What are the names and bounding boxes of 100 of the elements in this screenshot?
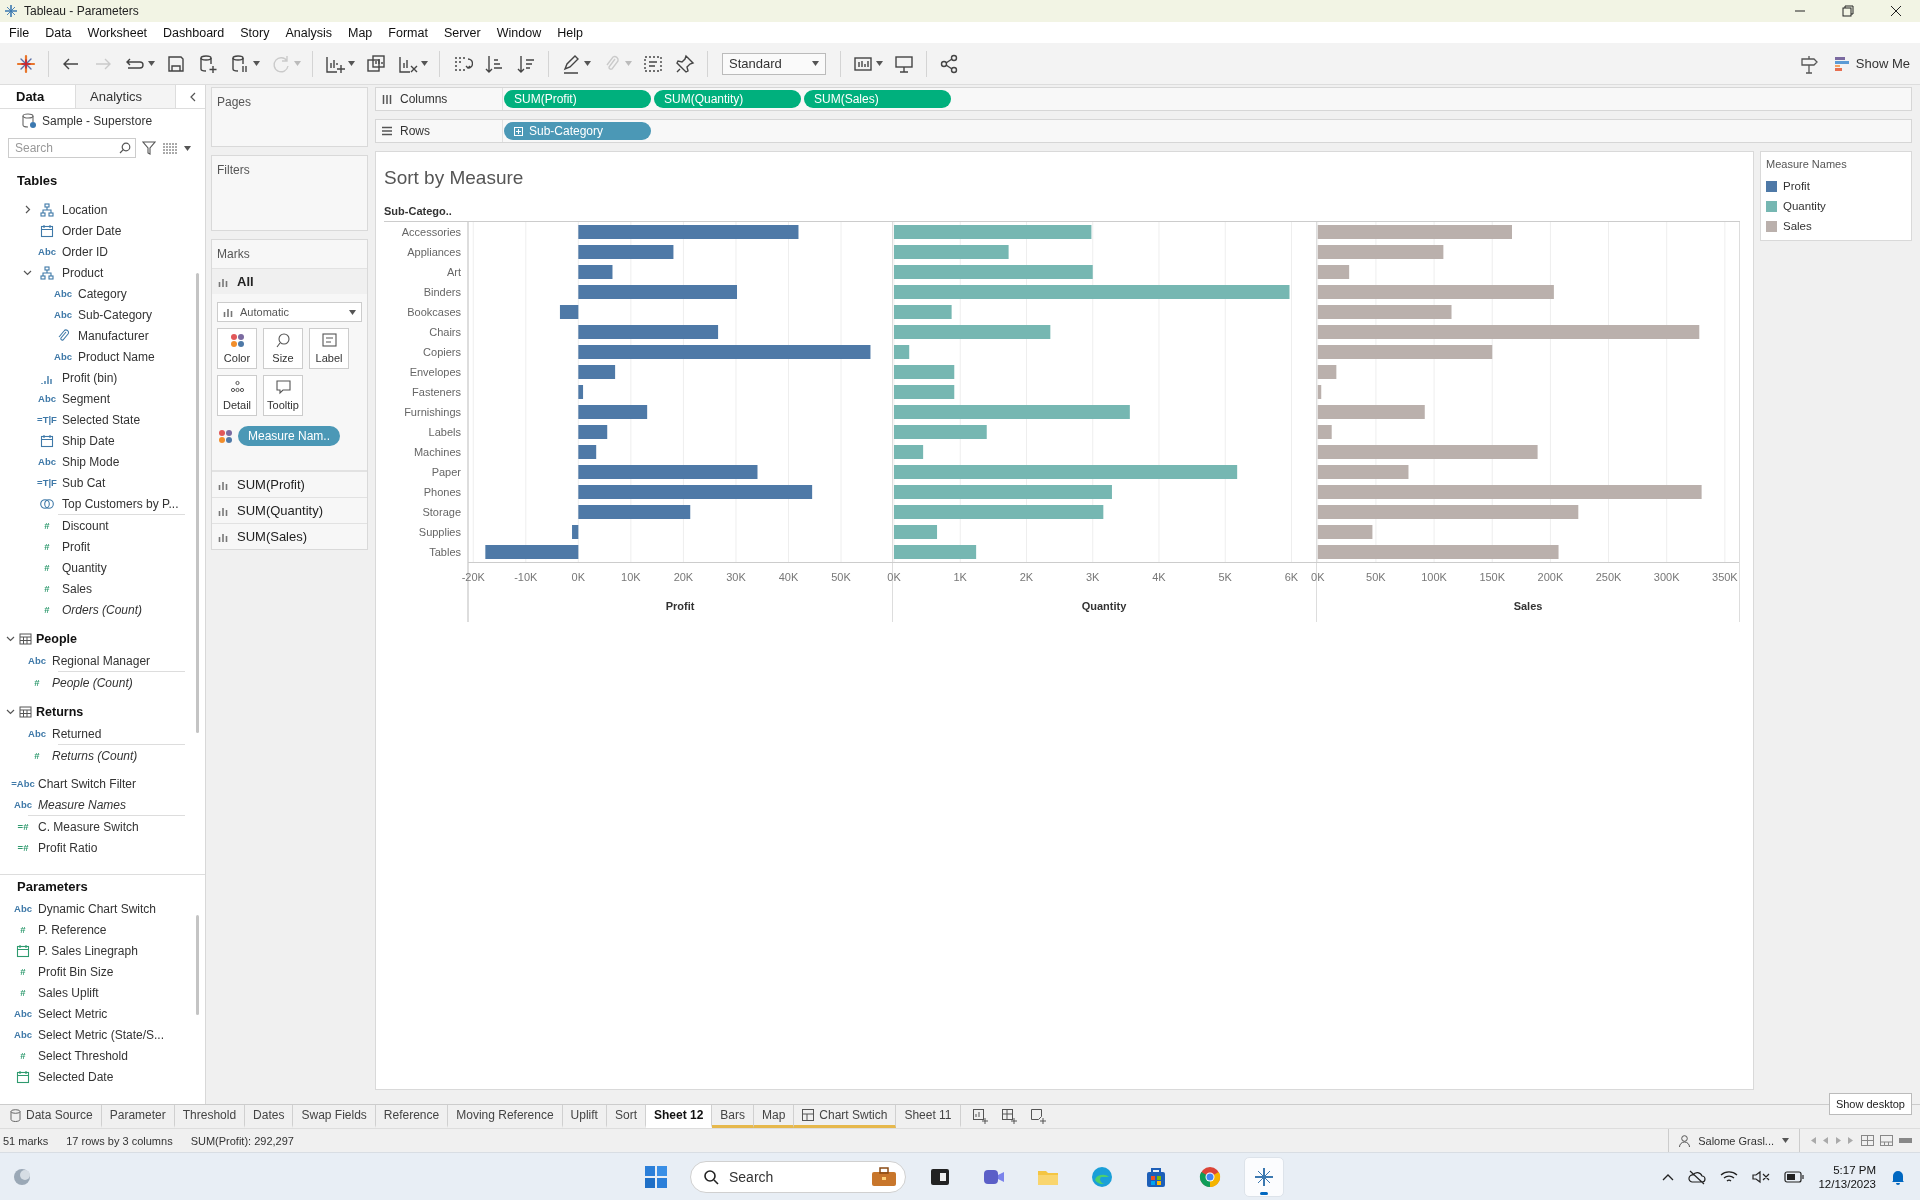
field-name[interactable]: P. Reference xyxy=(36,922,107,937)
start-icon[interactable] xyxy=(644,1164,668,1189)
clock-date[interactable]: 12/13/2023 xyxy=(1818,1177,1876,1190)
field-name[interactable]: C. Measure Switch xyxy=(36,819,139,834)
menu-item[interactable]: Server xyxy=(435,25,489,40)
field-name[interactable]: Measure Names xyxy=(36,797,127,812)
bell-icon[interactable] xyxy=(1890,1168,1906,1185)
field-name[interactable]: Category xyxy=(76,286,127,301)
field-name[interactable]: Product Name xyxy=(76,349,155,364)
menu-item[interactable]: Format xyxy=(380,25,436,40)
size-button[interactable]: Size xyxy=(263,328,303,369)
field-name[interactable]: P. Sales Linegraph xyxy=(36,943,138,958)
chevron-icon[interactable] xyxy=(6,707,15,716)
caret-icon[interactable] xyxy=(349,309,356,315)
datasource-name[interactable]: Sample - Superstore xyxy=(42,114,153,128)
menu-item[interactable]: File xyxy=(1,25,38,40)
field-name[interactable]: Product xyxy=(60,265,104,280)
chevron-icon[interactable] xyxy=(6,634,15,643)
filmstrip-icon[interactable] xyxy=(1880,1135,1893,1146)
field-name[interactable]: Profit xyxy=(60,539,90,554)
filter-icon[interactable] xyxy=(142,141,156,155)
search-field[interactable]: Search xyxy=(690,1160,906,1193)
field-name[interactable]: Select Metric (State/S... xyxy=(36,1027,165,1042)
field-name[interactable]: Order ID xyxy=(60,244,108,259)
duplicate-icon[interactable] xyxy=(365,52,387,75)
field-name[interactable]: Manufacturer xyxy=(76,328,149,343)
field-name[interactable]: Discount xyxy=(60,518,109,533)
new-worksheet-icon[interactable] xyxy=(972,1109,988,1124)
shelf[interactable]: Rows Sub-Category xyxy=(375,119,1912,143)
search-field[interactable]: Search xyxy=(8,138,136,158)
collapse-icon[interactable] xyxy=(189,91,197,102)
search-input[interactable]: Search xyxy=(13,140,108,156)
browser-icon[interactable] xyxy=(1198,1164,1222,1189)
chevron-up-icon[interactable] xyxy=(1662,1172,1675,1181)
color-button[interactable]: Color xyxy=(217,328,257,369)
menu-item[interactable]: Help xyxy=(549,25,591,40)
grid-view-icon[interactable] xyxy=(1861,1135,1874,1146)
field-name[interactable]: Profit Ratio xyxy=(36,840,98,855)
field-name[interactable]: Sales xyxy=(60,581,93,596)
marks-tab[interactable]: SUM(Sales) xyxy=(212,523,367,549)
field-name[interactable]: Quantity xyxy=(60,560,107,575)
field-name[interactable]: Location xyxy=(60,202,108,217)
field-name[interactable]: Selected State xyxy=(60,412,141,427)
field-name[interactable]: Order Date xyxy=(60,223,122,238)
show-me-button[interactable]: Show Me xyxy=(1833,55,1910,72)
menu-item[interactable]: Analysis xyxy=(277,25,340,40)
caret-icon[interactable] xyxy=(253,61,260,66)
field-name[interactable]: Ship Mode xyxy=(60,454,120,469)
battery-icon[interactable] xyxy=(1784,1170,1805,1183)
sheet-tab[interactable]: Sheet 12 xyxy=(645,1105,713,1128)
share-icon[interactable] xyxy=(938,52,960,75)
menu-item[interactable]: Dashboard xyxy=(155,25,233,40)
speaker-muted-icon[interactable] xyxy=(1752,1169,1771,1184)
menu-item[interactable]: Worksheet xyxy=(79,25,156,40)
pin-icon[interactable] xyxy=(674,52,696,75)
field-name[interactable]: Ship Date xyxy=(60,433,115,448)
close-icon[interactable] xyxy=(1890,5,1902,17)
cloud-off-icon[interactable] xyxy=(1688,1168,1707,1185)
caret-icon[interactable] xyxy=(421,61,428,66)
menu-item[interactable]: Data xyxy=(37,25,80,40)
marks-tab[interactable]: All xyxy=(212,268,367,294)
scrollbar[interactable] xyxy=(196,273,199,733)
pane-tab[interactable]: Analytics xyxy=(76,85,176,108)
detail-button[interactable]: Detail xyxy=(217,375,257,416)
marks-tab[interactable]: SUM(Profit) xyxy=(212,471,367,497)
menu-item[interactable]: Story xyxy=(232,25,278,40)
menu-item[interactable]: Map xyxy=(339,25,381,40)
field-name[interactable]: Sales Uplift xyxy=(36,985,99,1000)
caret-icon[interactable] xyxy=(1782,1138,1789,1143)
caret-icon[interactable] xyxy=(876,61,883,66)
field-name[interactable]: People (Count) xyxy=(50,675,133,690)
tooltip-button[interactable]: Tooltip xyxy=(263,375,303,416)
caret-icon[interactable] xyxy=(812,61,819,66)
restore-icon[interactable] xyxy=(1842,5,1854,17)
database-plus-icon[interactable] xyxy=(197,52,219,75)
field-name[interactable]: Sub-Category xyxy=(76,307,153,322)
caret-icon[interactable] xyxy=(184,145,191,151)
scrollbar[interactable] xyxy=(196,915,199,1015)
field-name[interactable]: Chart Switch Filter xyxy=(36,776,137,791)
menu-item[interactable]: Window xyxy=(488,25,550,40)
field-name[interactable]: Selected Date xyxy=(36,1069,114,1084)
caret-icon[interactable] xyxy=(348,61,355,66)
new-dashboard-icon[interactable] xyxy=(1001,1109,1017,1124)
field-name[interactable]: Profit (bin) xyxy=(60,370,118,385)
new-story-icon[interactable] xyxy=(1030,1109,1046,1124)
field-name[interactable]: Profit Bin Size xyxy=(36,964,114,979)
field-name[interactable]: Top Customers by P... xyxy=(60,496,179,511)
chevron-icon[interactable] xyxy=(22,268,32,277)
caret-icon[interactable] xyxy=(148,61,155,66)
table-name[interactable]: Returns xyxy=(36,704,84,719)
search-input[interactable]: Search xyxy=(727,1167,863,1186)
field-name[interactable]: Select Threshold xyxy=(36,1048,128,1063)
field-name[interactable]: Orders (Count) xyxy=(60,602,143,617)
logo-icon[interactable] xyxy=(15,52,37,75)
clock-time[interactable]: 5:17 PM xyxy=(1833,1163,1876,1176)
label-button[interactable]: Label xyxy=(309,328,349,369)
wifi-icon[interactable] xyxy=(1720,1169,1739,1184)
table-name[interactable]: People xyxy=(36,631,77,646)
field-name[interactable]: Returned xyxy=(50,726,102,741)
browser-icon[interactable] xyxy=(1090,1164,1114,1189)
